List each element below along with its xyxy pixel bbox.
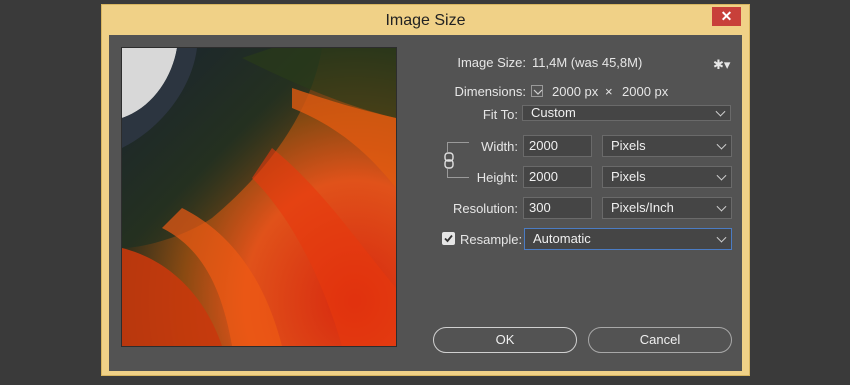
dimensions-separator: × bbox=[605, 84, 613, 99]
chevron-down-icon bbox=[716, 201, 727, 212]
ok-button[interactable]: OK bbox=[433, 327, 577, 353]
dimensions-label: Dimensions: bbox=[454, 84, 526, 99]
image-size-value: 11,4M (was 45,8M) bbox=[532, 55, 643, 70]
cancel-button[interactable]: Cancel bbox=[588, 327, 732, 353]
dialog-client-area: Image Size: 11,4M (was 45,8M) ✱▾ Dimensi… bbox=[109, 35, 742, 371]
resample-select[interactable]: Automatic bbox=[524, 228, 732, 250]
resolution-unit-select[interactable]: Pixels/Inch bbox=[602, 197, 732, 219]
width-input[interactable]: 2000 bbox=[523, 135, 592, 157]
chevron-down-icon bbox=[716, 139, 727, 150]
close-button[interactable]: ✕ bbox=[712, 7, 741, 26]
height-label: Height: bbox=[476, 170, 518, 185]
chevron-down-icon bbox=[715, 106, 726, 117]
resample-checkbox[interactable] bbox=[442, 232, 455, 245]
resolution-unit-value: Pixels/Inch bbox=[611, 200, 674, 215]
chevron-down-icon bbox=[533, 89, 543, 95]
fit-to-select[interactable]: Custom bbox=[522, 105, 731, 121]
fit-to-value: Custom bbox=[531, 105, 576, 120]
title-bar[interactable]: Image Size ✕ bbox=[102, 5, 749, 35]
constrain-proportions-button[interactable] bbox=[443, 152, 456, 169]
image-size-dialog: Image Size ✕ Image Size: 11,4M (was 45,8… bbox=[101, 4, 750, 376]
dimensions-dropdown[interactable] bbox=[531, 85, 543, 97]
height-input[interactable]: 2000 bbox=[523, 166, 592, 188]
width-label: Width: bbox=[481, 139, 518, 154]
height-unit-select[interactable]: Pixels bbox=[602, 166, 732, 188]
chevron-down-icon bbox=[716, 232, 727, 243]
close-icon: ✕ bbox=[720, 8, 733, 24]
resolution-label: Resolution: bbox=[452, 201, 518, 216]
resolution-input[interactable]: 300 bbox=[523, 197, 592, 219]
width-unit-value: Pixels bbox=[611, 138, 646, 153]
gear-icon[interactable]: ✱▾ bbox=[713, 57, 730, 73]
dialog-title: Image Size bbox=[385, 12, 466, 29]
image-size-label: Image Size: bbox=[457, 55, 526, 70]
dimensions-width: 2000 px bbox=[552, 84, 599, 99]
resample-value: Automatic bbox=[533, 231, 591, 246]
checkmark-icon bbox=[444, 234, 453, 243]
resample-label: Resample: bbox=[460, 232, 523, 247]
width-unit-select[interactable]: Pixels bbox=[602, 135, 732, 157]
feather-image bbox=[122, 48, 396, 346]
height-unit-value: Pixels bbox=[611, 169, 646, 184]
dimensions-height: 2000 px bbox=[622, 84, 669, 99]
chain-link-icon bbox=[444, 152, 454, 169]
fit-to-label: Fit To: bbox=[482, 107, 518, 122]
image-preview[interactable] bbox=[121, 47, 397, 347]
chevron-down-icon bbox=[716, 170, 727, 181]
